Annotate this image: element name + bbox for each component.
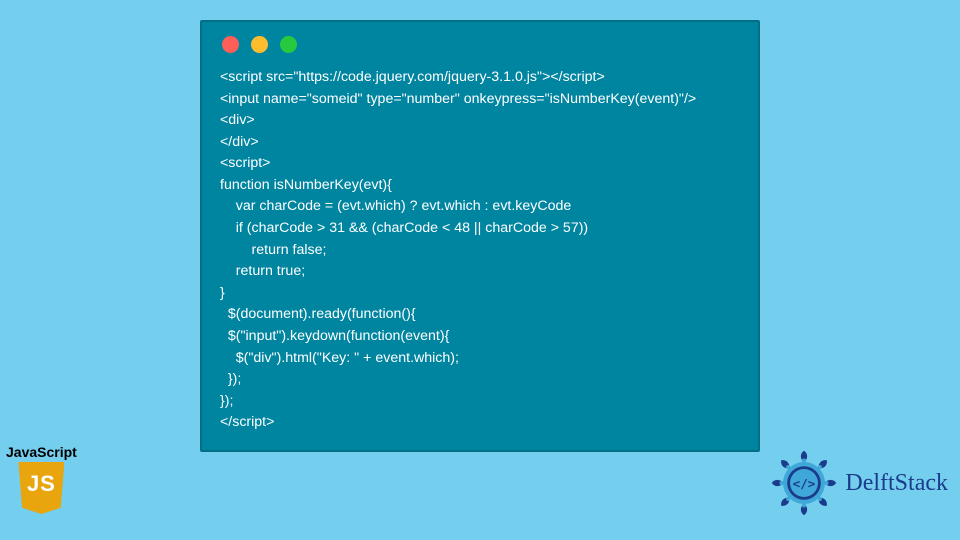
javascript-badge: JavaScript JS (6, 444, 77, 514)
code-block: <script src="https://code.jquery.com/jqu… (220, 67, 740, 434)
window-traffic-lights (222, 36, 740, 53)
javascript-logo-icon: JS (18, 462, 64, 514)
minimize-dot-icon (251, 36, 268, 53)
svg-text:</>: </> (793, 476, 816, 491)
delftstack-brand: </> DelftStack (769, 448, 948, 518)
delftstack-brand-text: DelftStack (845, 470, 948, 497)
javascript-label: JavaScript (6, 444, 77, 460)
delftstack-logo-icon: </> (769, 448, 839, 518)
code-window: <script src="https://code.jquery.com/jqu… (200, 20, 760, 452)
close-dot-icon (222, 36, 239, 53)
maximize-dot-icon (280, 36, 297, 53)
javascript-logo-text: JS (18, 471, 64, 497)
